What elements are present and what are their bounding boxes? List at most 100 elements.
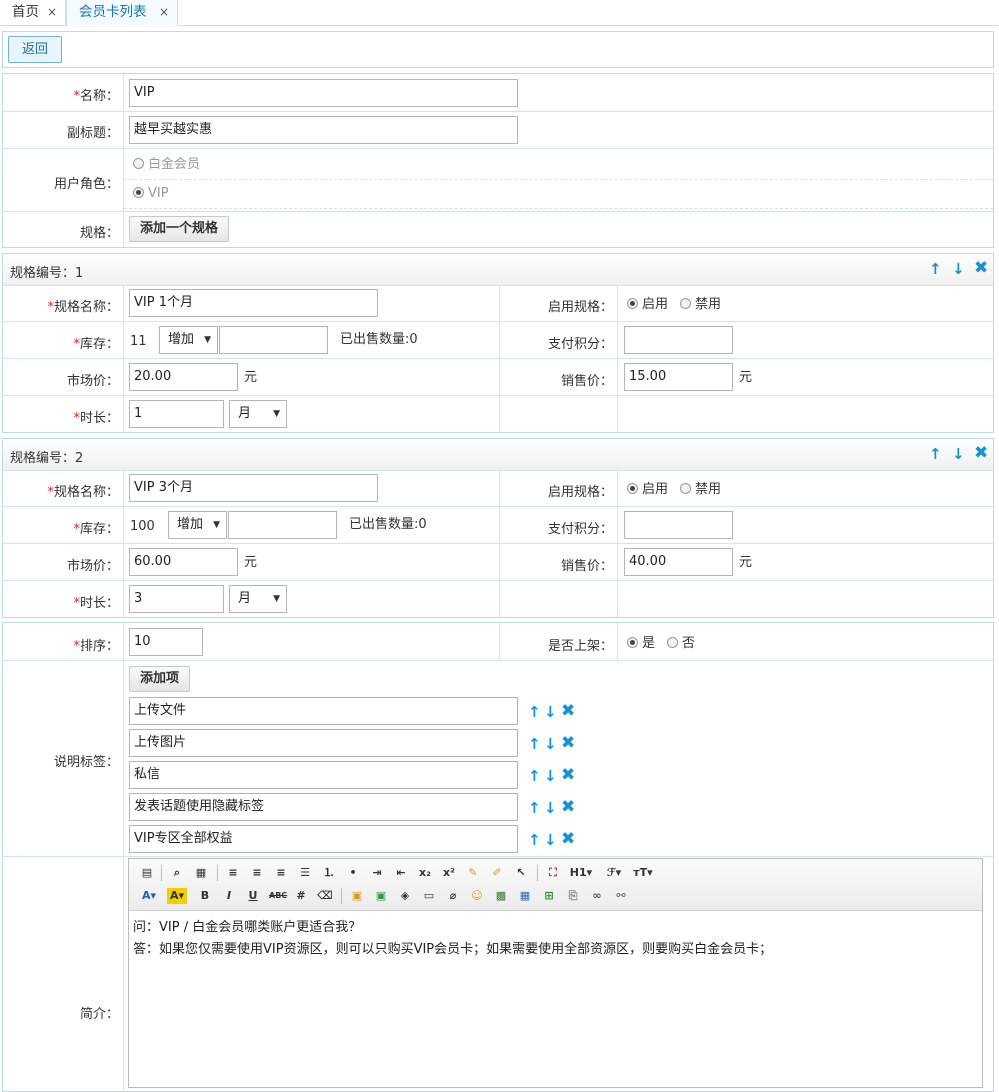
- market-price-input[interactable]: 60.00: [129, 548, 238, 576]
- delete-icon[interactable]: ✖: [561, 799, 575, 816]
- arrow-down-icon[interactable]: ↓: [544, 833, 557, 848]
- unordered-list-icon[interactable]: •: [345, 865, 361, 881]
- unlink-icon[interactable]: ⚯: [613, 888, 629, 904]
- sort-input[interactable]: 10: [129, 628, 203, 656]
- font-size-icon[interactable]: ᴛT▾: [631, 865, 655, 881]
- italic-icon[interactable]: I: [221, 888, 237, 904]
- points-input[interactable]: [624, 326, 733, 354]
- market-price-input[interactable]: 20.00: [129, 363, 238, 391]
- arrow-down-icon[interactable]: ↓: [544, 737, 557, 752]
- insert-image-icon[interactable]: ▣: [349, 888, 365, 904]
- arrow-up-icon[interactable]: ↑: [929, 447, 942, 462]
- link-icon[interactable]: ∞: [589, 888, 605, 904]
- back-button[interactable]: 返回: [8, 36, 62, 63]
- add-spec-button[interactable]: 添加一个规格: [129, 216, 229, 242]
- delete-icon[interactable]: ✖: [974, 260, 988, 277]
- add-item-button[interactable]: 添加项: [129, 666, 190, 692]
- enable-radio-off[interactable]: 禁用: [680, 482, 721, 498]
- stock-op-select[interactable]: 增加 ▼: [159, 326, 218, 354]
- font-color-icon[interactable]: A▾: [139, 888, 159, 904]
- map-icon[interactable]: ▩: [493, 888, 509, 904]
- arrow-up-icon[interactable]: ↑: [929, 262, 942, 277]
- fullscreen-icon[interactable]: ⛶: [545, 865, 561, 881]
- duration-input[interactable]: 1: [129, 400, 224, 428]
- template-icon[interactable]: ▦: [193, 865, 209, 881]
- close-icon[interactable]: ×: [47, 0, 57, 24]
- spec-name-input[interactable]: VIP 3个月: [129, 474, 378, 502]
- heading-icon[interactable]: H1▾: [569, 865, 593, 881]
- stock-op-select[interactable]: 增加 ▼: [168, 511, 227, 539]
- enable-radio-on[interactable]: 启用: [627, 482, 668, 498]
- duration-input[interactable]: 3: [129, 585, 224, 613]
- arrow-up-icon[interactable]: ↑: [528, 737, 541, 752]
- delete-icon[interactable]: ✖: [561, 735, 575, 752]
- insert-media-icon[interactable]: ▭: [421, 888, 437, 904]
- role-option-vip[interactable]: VIP: [133, 186, 169, 202]
- delete-icon[interactable]: ✖: [561, 831, 575, 848]
- sale-price-input[interactable]: 40.00: [624, 548, 733, 576]
- bold-icon[interactable]: B: [197, 888, 213, 904]
- editor-content[interactable]: 问：VIP / 白金会员哪类账户更适合我？ 答：如果您仅需要使用VIP资源区，则…: [133, 917, 978, 961]
- duration-unit-select[interactable]: 月 ▼: [229, 585, 287, 613]
- intro-editor[interactable]: ▤ ⌕ ▦ ≡ ≡ ≡ ☰ ⒈ • ⇥ ⇤ x₂ x² ✎ ✐ ↖ ⛶ H1▾ …: [128, 858, 983, 1088]
- tag-input[interactable]: VIP专区全部权益: [129, 825, 518, 853]
- horizontal-line-icon[interactable]: #: [293, 888, 309, 904]
- insert-flash-icon[interactable]: ◈: [397, 888, 413, 904]
- arrow-up-icon[interactable]: ↑: [528, 705, 541, 720]
- arrow-down-icon[interactable]: ↓: [544, 769, 557, 784]
- page-break-icon[interactable]: ⎘: [565, 888, 581, 904]
- align-right-icon[interactable]: ≡: [273, 865, 289, 881]
- tag-input[interactable]: 私信: [129, 761, 518, 789]
- name-input[interactable]: VIP: [129, 79, 518, 107]
- delete-icon[interactable]: ✖: [561, 767, 575, 784]
- strikethrough-icon[interactable]: ABC: [269, 888, 287, 904]
- delete-icon[interactable]: ✖: [561, 703, 575, 720]
- superscript-icon[interactable]: x²: [441, 865, 457, 881]
- preview-icon[interactable]: ⌕: [169, 865, 185, 881]
- align-justify-icon[interactable]: ☰: [297, 865, 313, 881]
- subtitle-input[interactable]: 越早买越实惠: [129, 116, 518, 144]
- shelf-radio-no[interactable]: 否: [667, 636, 695, 652]
- arrow-down-icon[interactable]: ↓: [952, 262, 965, 277]
- format-painter-icon[interactable]: ✐: [489, 865, 505, 881]
- table-icon[interactable]: ▦: [517, 888, 533, 904]
- tag-input[interactable]: 上传文件: [129, 697, 518, 725]
- role-option-platinum[interactable]: 白金会员: [133, 157, 200, 173]
- shelf-radio-yes[interactable]: 是: [627, 636, 655, 652]
- align-center-icon[interactable]: ≡: [249, 865, 265, 881]
- arrow-down-icon[interactable]: ↓: [544, 705, 557, 720]
- font-family-icon[interactable]: ℱ▾: [603, 865, 625, 881]
- delete-icon[interactable]: ✖: [974, 445, 988, 462]
- close-icon[interactable]: ×: [159, 0, 169, 24]
- stock-change-input[interactable]: [228, 511, 337, 539]
- arrow-up-icon[interactable]: ↑: [528, 769, 541, 784]
- outdent-icon[interactable]: ⇤: [393, 865, 409, 881]
- duration-unit-select[interactable]: 月 ▼: [229, 400, 287, 428]
- insert-code-icon[interactable]: ⊞: [541, 888, 557, 904]
- highlight-color-icon[interactable]: A▾: [167, 888, 187, 904]
- underline-icon[interactable]: U: [245, 888, 261, 904]
- emoticon-icon[interactable]: ☺: [469, 888, 485, 904]
- sale-price-input[interactable]: 15.00: [624, 363, 733, 391]
- arrow-up-icon[interactable]: ↑: [528, 833, 541, 848]
- tab-home[interactable]: 首页 ×: [0, 0, 66, 26]
- align-left-icon[interactable]: ≡: [225, 865, 241, 881]
- stock-change-input[interactable]: [219, 326, 328, 354]
- select-all-icon[interactable]: ↖: [513, 865, 529, 881]
- attachment-icon[interactable]: ⌀: [445, 888, 461, 904]
- eraser-icon[interactable]: ⌫: [317, 888, 333, 904]
- tab-member-card-list[interactable]: 会员卡列表 ×: [66, 0, 178, 26]
- ordered-list-icon[interactable]: ⒈: [321, 865, 337, 881]
- arrow-down-icon[interactable]: ↓: [544, 801, 557, 816]
- insert-multi-image-icon[interactable]: ▣: [373, 888, 389, 904]
- spec-name-input[interactable]: VIP 1个月: [129, 289, 378, 317]
- clear-format-icon[interactable]: ✎: [465, 865, 481, 881]
- source-icon[interactable]: ▤: [139, 865, 155, 881]
- tag-input[interactable]: 发表话题使用隐藏标签: [129, 793, 518, 821]
- arrow-down-icon[interactable]: ↓: [952, 447, 965, 462]
- enable-radio-off[interactable]: 禁用: [680, 297, 721, 313]
- arrow-up-icon[interactable]: ↑: [528, 801, 541, 816]
- indent-icon[interactable]: ⇥: [369, 865, 385, 881]
- points-input[interactable]: [624, 511, 733, 539]
- enable-radio-on[interactable]: 启用: [627, 297, 668, 313]
